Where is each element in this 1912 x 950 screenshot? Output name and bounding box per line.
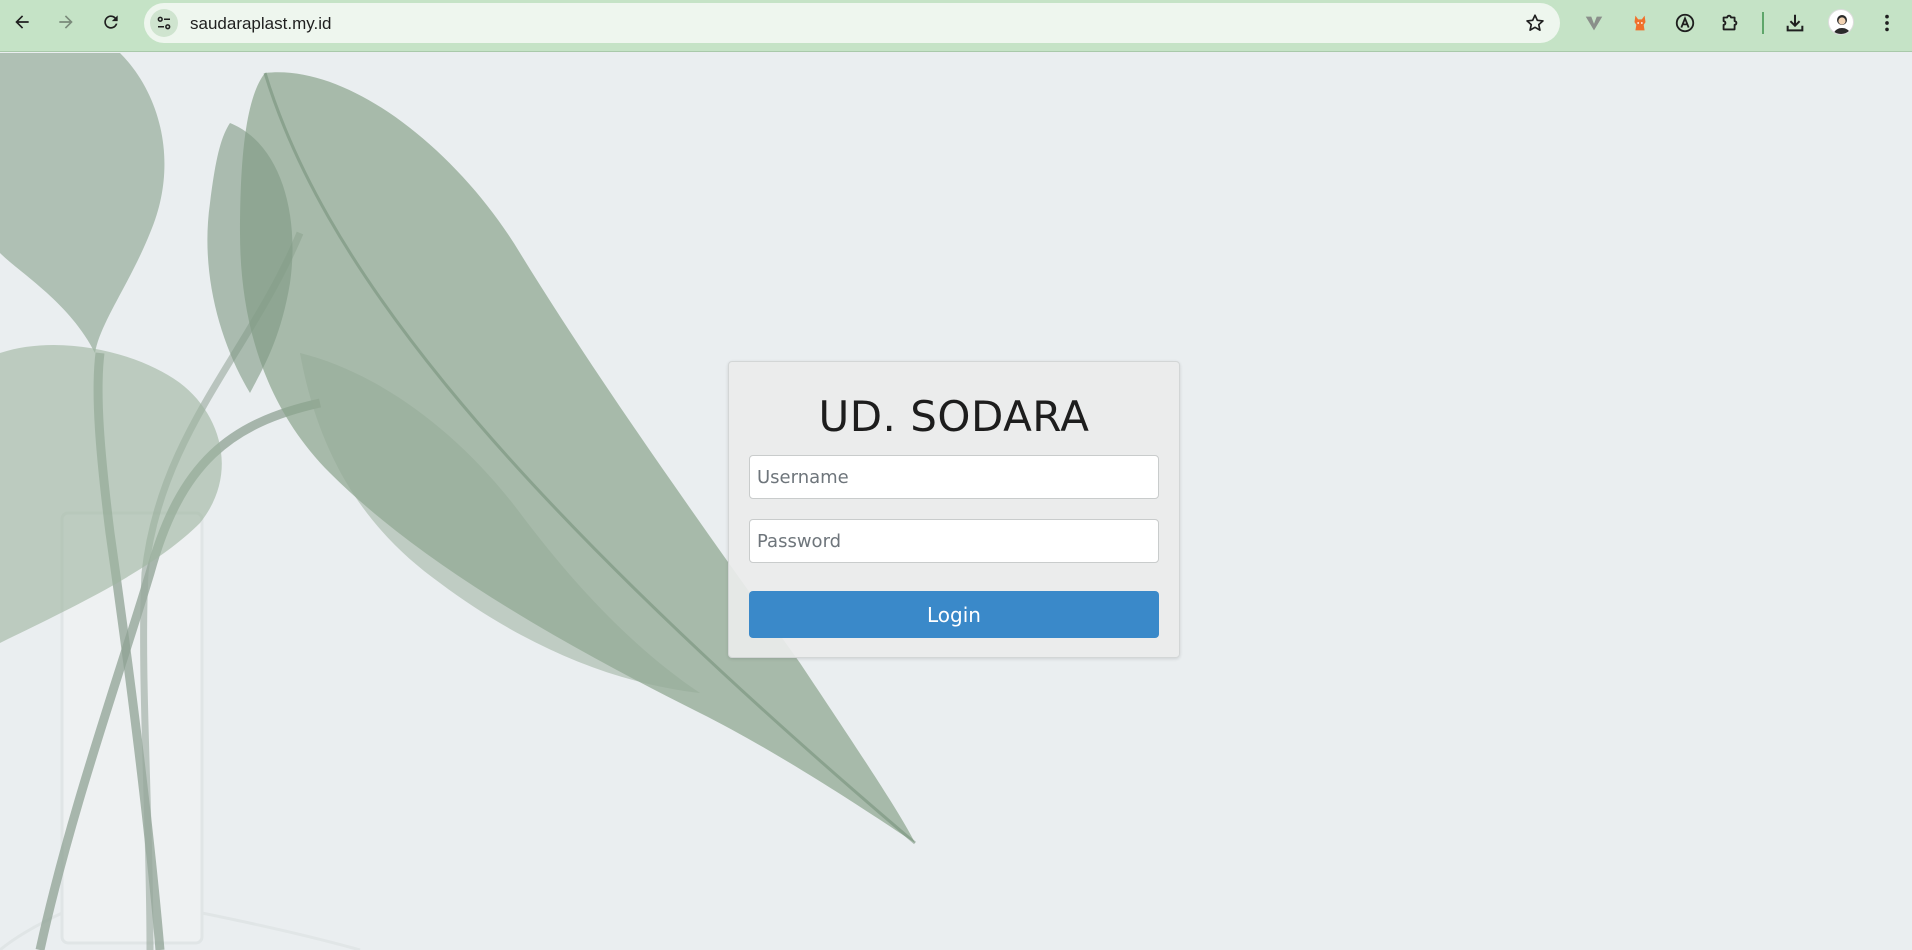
profile-button[interactable] — [1828, 9, 1854, 35]
password-input[interactable] — [749, 519, 1159, 563]
v-extension-icon — [1585, 16, 1603, 31]
url-text[interactable]: saudaraplast.my.id — [190, 14, 331, 34]
arrow-left-icon — [15, 15, 29, 29]
v-extension-button[interactable] — [1581, 10, 1607, 36]
browser-menu-button[interactable] — [1874, 10, 1900, 36]
page-content: UD. SODARA Login — [0, 53, 1912, 950]
forward-button[interactable] — [52, 8, 80, 36]
puzzle-icon — [1722, 14, 1738, 31]
back-button[interactable] — [8, 8, 36, 36]
tune-icon — [157, 16, 171, 30]
site-info-button[interactable] — [150, 9, 178, 37]
reload-button[interactable] — [97, 8, 125, 36]
downloads-button[interactable] — [1782, 10, 1808, 36]
username-input[interactable] — [749, 455, 1159, 499]
avatar-icon — [1833, 15, 1851, 34]
reload-icon — [104, 15, 118, 29]
login-card: UD. SODARA Login — [728, 361, 1180, 658]
fox-extension-icon — [1634, 15, 1646, 31]
extensions-button[interactable] — [1717, 10, 1743, 36]
toolbar-divider — [1762, 12, 1764, 34]
star-icon[interactable] — [1524, 12, 1546, 34]
fox-extension-button[interactable] — [1627, 10, 1653, 36]
address-bar[interactable]: saudaraplast.my.id — [144, 3, 1560, 43]
login-title: UD. SODARA — [818, 392, 1090, 441]
atom-extension-button[interactable] — [1672, 10, 1698, 36]
atom-extension-icon — [1675, 13, 1695, 33]
kebab-menu-icon — [1885, 14, 1889, 32]
browser-toolbar: saudaraplast.my.id — [0, 0, 1912, 52]
login-button[interactable]: Login — [749, 591, 1159, 638]
download-icon — [1786, 14, 1804, 32]
arrow-right-icon — [59, 15, 73, 29]
